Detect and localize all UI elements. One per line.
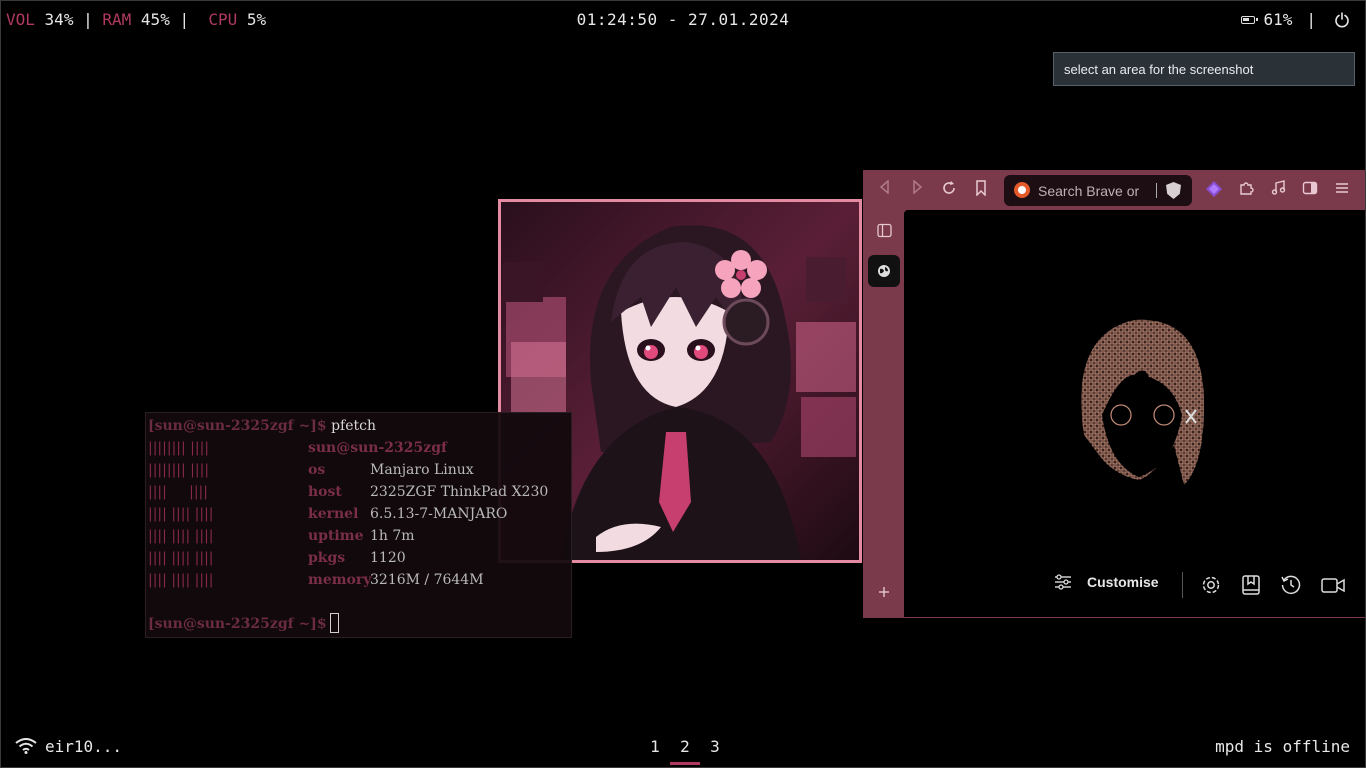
status-right: 61% | [1241, 10, 1350, 29]
bookmarks-icon[interactable] [1240, 574, 1262, 596]
reload-icon[interactable] [939, 180, 959, 200]
pfetch-logo: |||| |||| [148, 484, 208, 500]
brave-browser-window[interactable]: Customise [863, 170, 1366, 618]
terminal-line[interactable]: [sun@sun-2325zgf ~]$ [148, 613, 571, 635]
battery-percentage: 61% [1263, 10, 1293, 29]
sliders-icon [1055, 574, 1071, 590]
pfetch-line: |||| |||| |||| kernel 6.5.13-7-MANJARO [148, 503, 571, 525]
pfetch-value: 3216M / 7644M [370, 572, 484, 588]
brave-shield-icon[interactable] [1166, 182, 1181, 199]
pfetch-logo: |||| |||| |||| [148, 506, 214, 522]
wifi-icon[interactable] [15, 738, 37, 754]
pfetch-logo: |||| |||| |||| [148, 572, 214, 588]
workspace-2[interactable]: 2 [670, 737, 700, 765]
customise-label: Customise [1087, 574, 1159, 590]
clock[interactable]: 01:24:50 - 27.01.2024 [0, 10, 1366, 29]
pfetch-logo: |||| |||| |||| [148, 550, 214, 566]
brave-search-icon [1014, 182, 1030, 198]
pfetch-line: |||| |||| |||| uptime 1h 7m [148, 525, 571, 547]
screenshot-tooltip: select an area for the screenshot [1053, 52, 1355, 86]
power-icon[interactable] [1334, 11, 1350, 28]
pfetch-logo: |||| |||| |||| [148, 528, 214, 544]
pfetch-key: memory [308, 572, 372, 588]
globe-icon[interactable] [868, 255, 900, 287]
pfetch-line: |||||||| |||| sun@sun-2325zgf [148, 437, 571, 459]
pfetch-value: Manjaro Linux [370, 462, 474, 478]
pfetch-value: 1h 7m [370, 528, 415, 544]
customise-divider [1182, 572, 1183, 598]
customise-button[interactable]: Customise [1054, 574, 1159, 590]
history-icon[interactable] [1280, 574, 1302, 596]
back-icon[interactable] [875, 179, 895, 200]
battery-icon [1241, 15, 1259, 24]
mpd-status[interactable]: mpd is offline [1215, 737, 1350, 756]
new-tab-page[interactable]: Customise [904, 210, 1366, 617]
extensions-icon[interactable] [1236, 180, 1256, 200]
sidebar-toggle-icon[interactable] [1300, 180, 1320, 200]
add-icon[interactable] [868, 576, 900, 608]
forward-icon[interactable] [907, 179, 927, 200]
pfetch-line: |||| |||| host 2325ZGF ThinkPad X230 [148, 481, 571, 503]
media-icon[interactable] [1268, 180, 1288, 200]
workspace-3[interactable]: 3 [700, 737, 730, 763]
pfetch-key: pkgs [308, 550, 346, 566]
pfetch-logo: |||||||| |||| [148, 462, 210, 478]
bookmark-icon[interactable] [971, 180, 991, 200]
lain-ascii-artwork [1081, 319, 1204, 485]
status-separator: | [1306, 10, 1316, 29]
rewards-icon[interactable] [1204, 180, 1224, 200]
screenshot-tooltip-text: select an area for the screenshot [1064, 62, 1254, 77]
terminal-prompt: [sun@sun-2325zgf ~]$ [148, 418, 327, 434]
terminal-prompt: [sun@sun-2325zgf ~]$ [148, 616, 327, 632]
terminal-command: pfetch [331, 418, 376, 434]
menu-icon[interactable] [1332, 180, 1352, 200]
pfetch-line: |||| |||| |||| memory3216M / 7644M [148, 569, 571, 591]
panel-icon[interactable] [868, 215, 900, 247]
bottom-status-bar: eir10... 1 2 3 mpd is offline [0, 730, 1366, 768]
network-name[interactable]: eir10... [45, 737, 122, 756]
pfetch-value: 1120 [370, 550, 406, 566]
settings-icon[interactable] [1200, 574, 1222, 596]
pfetch-line: |||||||| |||| os Manjaro Linux [148, 459, 571, 481]
search-input[interactable] [1038, 181, 1146, 201]
browser-sidebar [863, 210, 904, 618]
pfetch-key: host [308, 484, 342, 500]
terminal-cursor [329, 613, 339, 633]
pfetch-userhost: sun@sun-2325zgf [308, 440, 448, 456]
workspace-1[interactable]: 1 [640, 737, 670, 763]
pfetch-line: |||| |||| |||| pkgs 1120 [148, 547, 571, 569]
pfetch-key: os [308, 462, 326, 478]
urlbar-divider [1156, 183, 1157, 198]
terminal-window[interactable]: [sun@sun-2325zgf ~]$ pfetch |||||||| |||… [145, 412, 572, 638]
top-status-bar: VOL 34% | RAM 45% | CPU 5% 01:24:50 - 27… [0, 0, 1366, 40]
terminal-line: [sun@sun-2325zgf ~]$ pfetch [148, 415, 571, 437]
pfetch-key: kernel [308, 506, 359, 522]
pfetch-key: uptime [308, 528, 364, 544]
pfetch-value: 6.5.13-7-MANJARO [370, 506, 508, 522]
pfetch-logo: |||||||| |||| [148, 440, 210, 456]
browser-toolbar [863, 170, 1366, 210]
address-bar[interactable] [1004, 175, 1192, 206]
video-icon[interactable] [1320, 574, 1346, 596]
workspace-switcher: 1 2 3 [640, 737, 730, 765]
pfetch-value: 2325ZGF ThinkPad X230 [370, 484, 549, 500]
